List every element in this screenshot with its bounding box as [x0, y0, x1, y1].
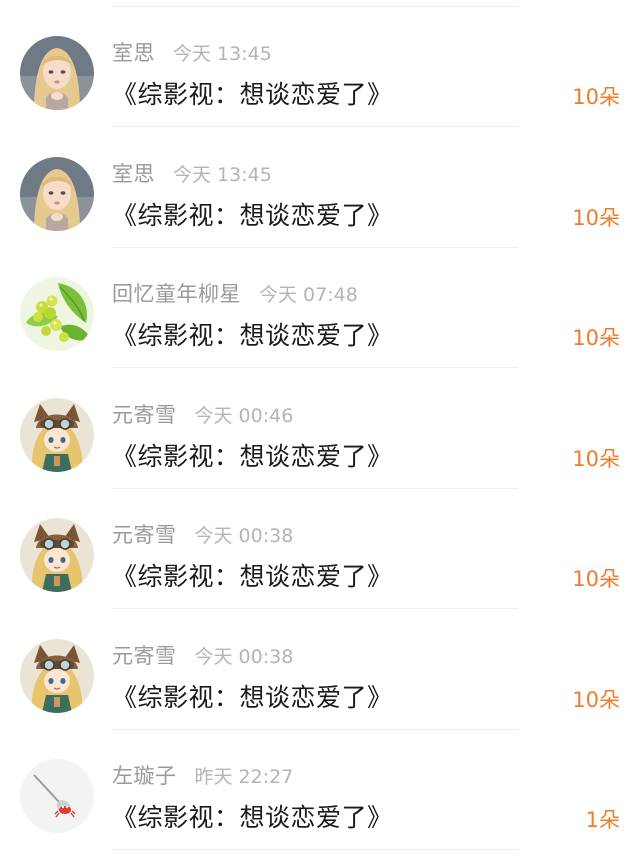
- gift-time: 今天 00:38: [194, 525, 294, 547]
- flower-count: 10朵: [572, 446, 620, 471]
- gift-meta: 室思 今天 13:45: [112, 158, 272, 188]
- user-name[interactable]: 回忆童年柳星: [112, 278, 241, 308]
- gift-meta: 元寄雪 今天 00:38: [112, 640, 293, 670]
- gift-time: 今天 13:45: [173, 43, 272, 65]
- gift-meta: 回忆童年柳星 今天 07:48: [112, 278, 358, 308]
- user-avatar[interactable]: [20, 277, 94, 351]
- book-title: 《综影视：想谈恋爱了》: [112, 200, 393, 230]
- gift-time: 今天 00:38: [194, 645, 294, 668]
- book-title: 《综影视：想谈恋爱了》: [112, 682, 393, 712]
- flower-count: 10朵: [572, 326, 620, 350]
- gift-list: 室思 今天 13:45 《综影视：想谈恋爱了》 10朵 室思 今天 13:45 《综影视：…: [0, 0, 640, 857]
- gift-list-item[interactable]: 左璇子 昨天 22:27 《综影视：想谈恋爱了》 1朵: [0, 730, 640, 850]
- user-name[interactable]: 元寄雪: [112, 640, 177, 670]
- gift-meta: 元寄雪 今天 00:38: [112, 519, 293, 549]
- book-title: 《综影视：想谈恋爱了》: [112, 562, 393, 591]
- user-name[interactable]: 室思: [112, 37, 155, 67]
- user-name[interactable]: 元寄雪: [112, 519, 177, 549]
- gift-list-item[interactable]: 室思 今天 13:45 《综影视：想谈恋爱了》 10朵: [0, 128, 640, 248]
- gift-time: 今天 13:45: [173, 163, 272, 186]
- user-name[interactable]: 左璇子: [112, 760, 177, 790]
- book-title: 《综影视：想谈恋爱了》: [112, 441, 393, 471]
- user-avatar[interactable]: [20, 638, 94, 713]
- book-title: 《综影视：想谈恋爱了》: [112, 803, 393, 832]
- gift-list-item[interactable]: 元寄雪 今天 00:38 《综影视：想谈恋爱了》 10朵: [0, 610, 640, 730]
- user-avatar[interactable]: [20, 156, 94, 231]
- gift-meta: 室思 今天 13:45: [112, 37, 272, 67]
- gift-list-item[interactable]: 元寄雪 今天 00:38 《综影视：想谈恋爱了》 10朵: [0, 489, 640, 609]
- user-avatar[interactable]: [20, 759, 94, 833]
- user-name[interactable]: 元寄雪: [112, 399, 177, 429]
- user-avatar[interactable]: [20, 397, 94, 472]
- user-avatar[interactable]: [20, 36, 94, 110]
- gift-meta: 元寄雪 今天 00:46: [112, 399, 293, 429]
- gift-time: 今天 00:46: [194, 404, 294, 427]
- user-avatar[interactable]: [20, 518, 94, 592]
- gift-meta: 左璇子 昨天 22:27: [112, 760, 293, 790]
- flower-count: 10朵: [572, 205, 620, 230]
- row-divider: [112, 849, 518, 850]
- gift-list-item[interactable]: 元寄雪 今天 00:46 《综影视：想谈恋爱了》 10朵: [0, 369, 640, 489]
- gift-list-item[interactable]: 回忆童年柳星 今天 07:48 《综影视：想谈恋爱了》 10朵: [0, 248, 640, 368]
- flower-count: 10朵: [572, 687, 620, 712]
- gift-list-item[interactable]: 室思 今天 13:45 《综影视：想谈恋爱了》 10朵: [0, 7, 640, 127]
- flower-count: 1朵: [585, 808, 620, 832]
- flower-count: 10朵: [572, 85, 620, 109]
- book-title: 《综影视：想谈恋爱了》: [112, 321, 393, 350]
- gift-time: 今天 07:48: [259, 284, 358, 306]
- user-name[interactable]: 室思: [112, 158, 155, 188]
- book-title: 《综影视：想谈恋爱了》: [112, 80, 393, 109]
- flower-count: 10朵: [572, 567, 620, 591]
- gift-time: 昨天 22:27: [194, 766, 294, 788]
